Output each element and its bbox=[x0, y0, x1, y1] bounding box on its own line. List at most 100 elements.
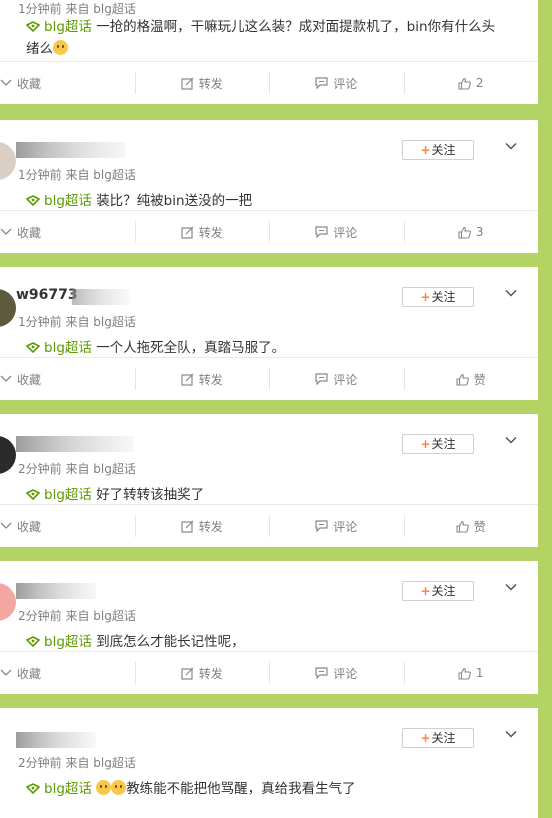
follow-button[interactable]: +关注 bbox=[402, 434, 474, 454]
topic-link[interactable]: blg超话 bbox=[26, 634, 92, 650]
collect-icon bbox=[0, 669, 12, 676]
collect-icon bbox=[0, 522, 12, 529]
repost-button[interactable]: 转发 bbox=[134, 652, 270, 694]
like-button[interactable]: 赞 bbox=[403, 358, 539, 400]
collect-button[interactable]: 收藏 bbox=[0, 505, 135, 547]
comment-button[interactable]: 评论 bbox=[269, 62, 404, 104]
topic-link[interactable]: blg超话 bbox=[26, 487, 92, 503]
post-meta: 1分钟前 来自 blg超话 bbox=[18, 2, 136, 16]
post-card: 2分钟前 来自 blg超话 +关注 blg超话 教练能不能把他骂醒，真给我看生气… bbox=[0, 708, 538, 818]
post-meta: 2分钟前 来自 blg超话 bbox=[18, 609, 136, 623]
comment-button[interactable]: 评论 bbox=[269, 211, 404, 253]
post-meta: 2分钟前 来自 blg超话 bbox=[18, 756, 136, 770]
action-bar: 收藏 转发 评论 赞 bbox=[0, 357, 538, 400]
topic-link[interactable]: blg超话 bbox=[26, 193, 92, 209]
like-icon bbox=[456, 373, 469, 386]
post-content: blg超话 一抢的格温啊，干嘛玩儿这么装？成对面提款机了，bin你有什么头绪么 bbox=[0, 16, 538, 60]
comment-button[interactable]: 评论 bbox=[269, 358, 404, 400]
chevron-down-icon[interactable] bbox=[505, 728, 517, 740]
chevron-down-icon[interactable] bbox=[505, 434, 517, 446]
chevron-down-icon[interactable] bbox=[505, 140, 517, 152]
topic-link[interactable]: blg超话 bbox=[26, 781, 92, 797]
post-text: 装比？纯被bin送没的一把 bbox=[96, 193, 253, 209]
repost-icon bbox=[181, 373, 194, 386]
post-card: w96773 1分钟前 来自 blg超话 +关注 blg超话 一个人拖死全队，真… bbox=[0, 267, 538, 400]
collect-icon bbox=[0, 375, 12, 382]
collect-button[interactable]: 收藏 bbox=[0, 62, 135, 104]
post-meta: 1分钟前 来自 blg超话 bbox=[18, 168, 136, 182]
repost-icon bbox=[181, 520, 194, 533]
repost-button[interactable]: 转发 bbox=[134, 505, 270, 547]
user-name[interactable]: w96773 bbox=[16, 287, 78, 303]
repost-button[interactable]: 转发 bbox=[134, 211, 270, 253]
comment-button[interactable]: 评论 bbox=[269, 652, 404, 694]
post-text: 好了转转该抽奖了 bbox=[96, 487, 205, 503]
topic-icon bbox=[26, 21, 40, 32]
chevron-down-icon[interactable] bbox=[505, 581, 517, 593]
emoji-icon bbox=[111, 780, 127, 795]
post-text: 教练能不能把他骂醒，真给我看生气了 bbox=[126, 781, 356, 797]
action-bar: 收藏 转发 评论 2 bbox=[0, 61, 538, 104]
emoji-icon bbox=[53, 40, 68, 55]
comment-icon bbox=[315, 226, 328, 238]
user-name[interactable] bbox=[16, 732, 96, 748]
post-content: blg超话 装比？纯被bin送没的一把 bbox=[0, 190, 538, 212]
post-content: blg超话 到底怎么才能长记性呢， bbox=[0, 631, 538, 653]
post-card: 1分钟前 来自 blg超话 +关注 blg超话 装比？纯被bin送没的一把 收藏… bbox=[0, 120, 538, 253]
post-meta: 1分钟前 来自 blg超话 bbox=[18, 315, 136, 329]
follow-button[interactable]: +关注 bbox=[402, 140, 474, 160]
repost-button[interactable]: 转发 bbox=[134, 358, 270, 400]
like-button[interactable]: 3 bbox=[403, 211, 539, 253]
post-card: 1分钟前 来自 blg超话 blg超话 一抢的格温啊，干嘛玩儿这么装？成对面提款… bbox=[0, 0, 538, 104]
like-button[interactable]: 赞 bbox=[403, 505, 539, 547]
like-button[interactable]: 1 bbox=[403, 652, 539, 694]
avatar[interactable] bbox=[0, 289, 16, 327]
topic-icon bbox=[26, 195, 40, 206]
follow-button[interactable]: +关注 bbox=[402, 728, 474, 748]
comment-icon bbox=[315, 77, 328, 89]
repost-icon bbox=[181, 226, 194, 239]
post-content: blg超话 教练能不能把他骂醒，真给我看生气了 bbox=[0, 778, 538, 800]
topic-link[interactable]: blg超话 bbox=[26, 340, 92, 356]
collect-button[interactable]: 收藏 bbox=[0, 211, 135, 253]
like-icon bbox=[458, 667, 471, 680]
collect-button[interactable]: 收藏 bbox=[0, 358, 135, 400]
avatar[interactable] bbox=[0, 142, 16, 180]
topic-icon bbox=[26, 342, 40, 353]
follow-button[interactable]: +关注 bbox=[402, 581, 474, 601]
action-bar: 收藏 转发 评论 3 bbox=[0, 210, 538, 253]
action-bar: 收藏 转发 评论 1 bbox=[0, 651, 538, 694]
chevron-down-icon[interactable] bbox=[505, 287, 517, 299]
topic-icon bbox=[26, 489, 40, 500]
post-meta: 2分钟前 来自 blg超话 bbox=[18, 462, 136, 476]
comment-button[interactable]: 评论 bbox=[269, 505, 404, 547]
like-button[interactable]: 2 bbox=[403, 62, 539, 104]
like-icon bbox=[458, 226, 471, 239]
topic-link[interactable]: blg超话 bbox=[26, 19, 92, 35]
user-name[interactable] bbox=[16, 583, 96, 599]
collect-icon bbox=[0, 228, 12, 235]
user-name[interactable] bbox=[16, 142, 126, 158]
comment-icon bbox=[315, 373, 328, 385]
like-icon bbox=[458, 77, 471, 90]
post-content: blg超话 好了转转该抽奖了 bbox=[0, 484, 538, 506]
avatar[interactable] bbox=[0, 436, 16, 474]
like-icon bbox=[456, 520, 469, 533]
comment-icon bbox=[315, 520, 328, 532]
topic-icon bbox=[26, 636, 40, 647]
collect-icon bbox=[0, 79, 12, 86]
action-bar: 收藏 转发 评论 赞 bbox=[0, 504, 538, 547]
collect-button[interactable]: 收藏 bbox=[0, 652, 135, 694]
post-text: 一个人拖死全队，真踏马服了。 bbox=[96, 340, 286, 356]
repost-icon bbox=[181, 667, 194, 680]
post-text: 到底怎么才能长记性呢， bbox=[96, 634, 245, 650]
name-blur bbox=[72, 289, 130, 305]
follow-button[interactable]: +关注 bbox=[402, 287, 474, 307]
repost-button[interactable]: 转发 bbox=[134, 62, 270, 104]
post-text: 一抢的格温啊，干嘛玩儿这么装？成对面提款机了，bin你有什么头绪么 bbox=[26, 19, 496, 57]
emoji-icon bbox=[96, 780, 112, 795]
comment-icon bbox=[315, 667, 328, 679]
avatar[interactable] bbox=[0, 583, 16, 621]
post-card: 2分钟前 来自 blg超话 +关注 blg超话 好了转转该抽奖了 收藏 转发 评… bbox=[0, 414, 538, 547]
user-name[interactable] bbox=[16, 436, 134, 452]
